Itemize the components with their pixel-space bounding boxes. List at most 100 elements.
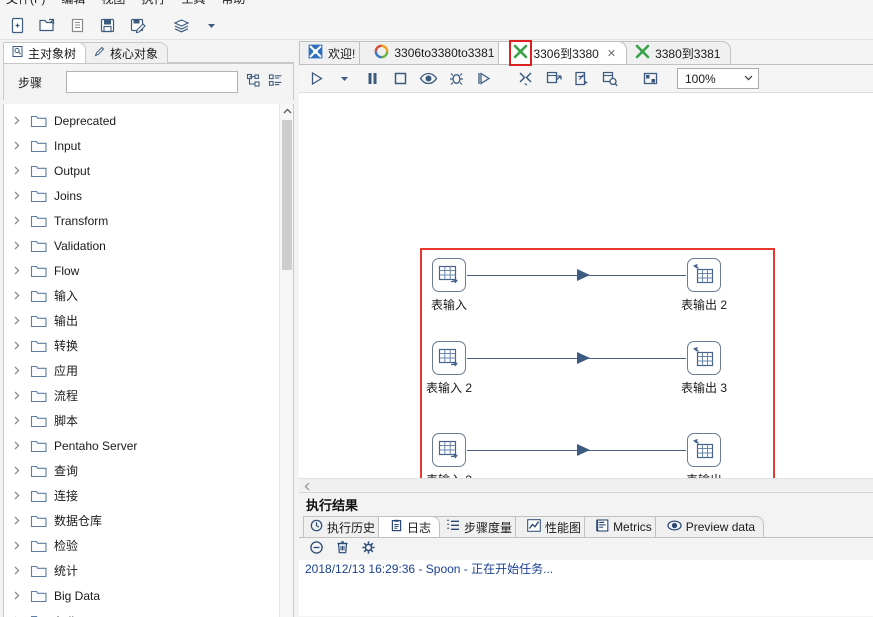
tree-item-7[interactable]: 输入 (4, 283, 279, 308)
replay-icon[interactable] (475, 69, 494, 88)
canvas-step-in1[interactable]: 表输入 (419, 258, 479, 313)
tree-item-15[interactable]: 连接 (4, 483, 279, 508)
chevron-right-icon[interactable] (10, 539, 24, 553)
editor-tab-1[interactable]: 3306to3380to3381 (359, 41, 505, 64)
new-file-icon[interactable] (7, 15, 27, 35)
chevron-right-icon[interactable] (10, 214, 24, 228)
results-tab-5[interactable]: Preview data (655, 516, 764, 537)
canvas-step-out2[interactable]: 表输出 3 (674, 341, 734, 396)
verify-icon[interactable] (516, 69, 535, 88)
stop-icon[interactable] (391, 69, 410, 88)
tree-item-13[interactable]: Pentaho Server (4, 433, 279, 458)
pause-icon[interactable] (363, 69, 382, 88)
chevron-right-icon[interactable] (10, 339, 24, 353)
menu-item[interactable]: 执行 (141, 0, 165, 5)
chevron-right-icon[interactable] (10, 464, 24, 478)
results-tab-0[interactable]: 执行历史 (303, 516, 384, 537)
tree-item-0[interactable]: Deprecated (4, 108, 279, 133)
tree-item-11[interactable]: 流程 (4, 383, 279, 408)
chevron-right-icon[interactable] (10, 239, 24, 253)
tree-scroll-thumb[interactable] (282, 120, 292, 270)
editor-tab-0[interactable]: 欢迎! (299, 41, 366, 64)
chevron-right-icon[interactable] (10, 364, 24, 378)
table-output-icon[interactable] (687, 258, 721, 292)
trash-icon[interactable] (335, 540, 350, 558)
chevron-right-icon[interactable] (10, 264, 24, 278)
chevron-right-icon[interactable] (10, 189, 24, 203)
preview-icon[interactable] (419, 69, 438, 88)
explore-repository-icon[interactable] (67, 15, 87, 35)
log-output[interactable]: 2018/12/13 16:29:36 - Spoon - 正在开始任务... (299, 560, 873, 616)
chevron-right-icon[interactable] (10, 489, 24, 503)
tree-item-2[interactable]: Output (4, 158, 279, 183)
impact-icon[interactable] (544, 69, 563, 88)
editor-tab-2[interactable]: 3306到3380✕ (498, 41, 627, 64)
chevron-right-icon[interactable] (10, 414, 24, 428)
scroll-left-icon[interactable] (300, 479, 314, 493)
menu-item[interactable]: 编辑 (61, 0, 85, 5)
table-output-icon[interactable] (687, 341, 721, 375)
editor-tab-3[interactable]: 3380到3381 (620, 41, 731, 64)
chevron-right-icon[interactable] (10, 439, 24, 453)
tree-item-4[interactable]: Transform (4, 208, 279, 233)
expand-all-icon[interactable] (246, 73, 261, 91)
tab-core-objects[interactable]: 核心对象 (80, 42, 168, 63)
search-input[interactable] (66, 71, 238, 93)
transformation-canvas[interactable]: 表输入表输出 2表输入 2表输出 3表输入 3表输出 (299, 93, 873, 493)
tree-item-6[interactable]: Flow (4, 258, 279, 283)
inspect-icon[interactable] (600, 69, 619, 88)
tree-item-9[interactable]: 转换 (4, 333, 279, 358)
debug-icon[interactable] (447, 69, 466, 88)
tree-item-3[interactable]: Joins (4, 183, 279, 208)
chevron-right-icon[interactable] (10, 289, 24, 303)
save-icon[interactable] (97, 15, 117, 35)
chevron-down-icon[interactable] (743, 72, 754, 86)
chevron-right-icon[interactable] (10, 514, 24, 528)
open-file-icon[interactable] (37, 15, 57, 35)
tree-item-10[interactable]: 应用 (4, 358, 279, 383)
chevron-right-icon[interactable] (10, 589, 24, 603)
tab-main-object-tree[interactable]: 主对象树 (3, 42, 86, 63)
tree-item-17[interactable]: 检验 (4, 533, 279, 558)
chevron-right-icon[interactable] (10, 314, 24, 328)
canvas-horizontal-scrollbar[interactable] (299, 478, 873, 492)
table-input-icon[interactable] (432, 341, 466, 375)
run-icon[interactable] (307, 69, 326, 88)
menu-item[interactable]: 文件(F) (6, 0, 45, 5)
canvas-step-in2[interactable]: 表输入 2 (419, 341, 479, 396)
table-output-icon[interactable] (687, 433, 721, 467)
chevron-right-icon[interactable] (10, 164, 24, 178)
table-input-icon[interactable] (432, 433, 466, 467)
results-tab-2[interactable]: 步骤度量 (434, 516, 521, 537)
run-dropdown-icon[interactable] (335, 69, 354, 88)
chevron-right-icon[interactable] (10, 614, 24, 617)
tree-item-8[interactable]: 输出 (4, 308, 279, 333)
results-tab-4[interactable]: Metrics (584, 516, 661, 537)
tree-item-16[interactable]: 数据仓库 (4, 508, 279, 533)
chevron-down-icon[interactable] (201, 15, 221, 35)
clear-log-icon[interactable] (309, 540, 324, 558)
tree-item-18[interactable]: 统计 (4, 558, 279, 583)
tree-item-14[interactable]: 查询 (4, 458, 279, 483)
chevron-right-icon[interactable] (10, 114, 24, 128)
chevron-right-icon[interactable] (10, 139, 24, 153)
chevron-right-icon[interactable] (10, 564, 24, 578)
tree-item-5[interactable]: Validation (4, 233, 279, 258)
tree-item-1[interactable]: Input (4, 133, 279, 158)
tree-item-19[interactable]: Big Data (4, 583, 279, 608)
results-tab-3[interactable]: 性能图 (515, 516, 590, 537)
table-input-icon[interactable] (432, 258, 466, 292)
menu-item[interactable]: 工具 (181, 0, 205, 5)
tree-item-20[interactable]: Agile (4, 608, 279, 617)
zoom-level-combobox[interactable]: 100% (677, 68, 759, 89)
log-settings-gear-icon[interactable] (361, 540, 376, 558)
scroll-up-icon[interactable] (280, 104, 294, 118)
menu-item[interactable]: 视图 (101, 0, 125, 5)
save-as-icon[interactable] (127, 15, 147, 35)
menu-item[interactable]: 帮助 (221, 0, 245, 5)
results-tab-1[interactable]: 日志 (378, 516, 440, 537)
chevron-right-icon[interactable] (10, 389, 24, 403)
collapse-all-icon[interactable] (268, 73, 283, 91)
perspective-layers-icon[interactable] (171, 15, 191, 35)
tree-vertical-scrollbar[interactable] (279, 104, 293, 617)
